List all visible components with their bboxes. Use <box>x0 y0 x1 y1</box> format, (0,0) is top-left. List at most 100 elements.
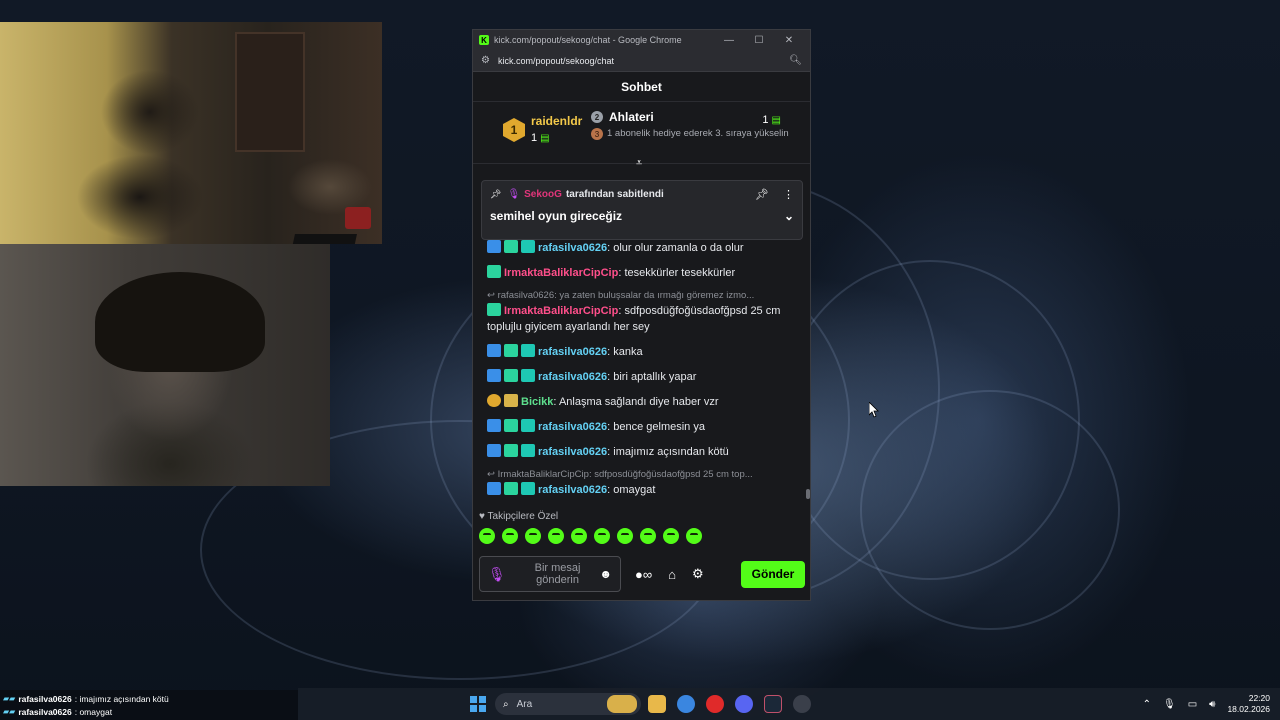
emote-icon[interactable] <box>594 528 610 544</box>
clock[interactable]: 22:20 18.02.2026 <box>1227 693 1270 715</box>
site-settings-icon[interactable]: ⚙ <box>481 55 490 66</box>
emote-icon[interactable] <box>663 528 679 544</box>
gifter-badge-icon[interactable] <box>504 240 518 253</box>
collapse-chevron-icon[interactable]: ⩡ <box>636 157 642 170</box>
chat-username[interactable]: rafasilva0626 <box>538 484 607 496</box>
chevron-down-icon[interactable]: ⌄ <box>784 209 794 223</box>
subscriber-badge-icon[interactable] <box>521 344 535 357</box>
chat-message[interactable]: rafasilva0626: biri aptallık yapar <box>487 369 795 385</box>
microphone-icon[interactable]: 🎙︎ <box>1163 699 1176 710</box>
moderator-badge-icon[interactable] <box>487 444 501 457</box>
taskbar-search[interactable]: ⌕ Ara <box>495 693 641 715</box>
address-bar[interactable]: ⚙ kick.com/popout/sekoog/chat 🔍︎ <box>473 50 810 72</box>
send-button[interactable]: Gönder <box>741 560 805 588</box>
close-button[interactable]: ✕ <box>774 35 804 46</box>
chat-message[interactable]: IrmaktaBaliklarCipCip: tesekkürler tesek… <box>487 265 795 281</box>
points-icon[interactable]: ●∞ <box>635 567 652 582</box>
reply-reference[interactable]: ↩ IrmaktaBaliklarCipCip: sdfposdüğfoğüsd… <box>487 469 795 480</box>
app-icon[interactable] <box>793 695 811 713</box>
chat-message[interactable]: rafasilva0626: omaygat <box>487 482 795 498</box>
music-app-icon[interactable] <box>706 695 724 713</box>
subscriber-badge-icon[interactable] <box>521 369 535 382</box>
more-options-icon[interactable]: ⋮ <box>783 188 794 201</box>
chat-message[interactable]: rafasilva0626: bence gelmesin ya <box>487 419 795 435</box>
emote-icon[interactable] <box>525 528 541 544</box>
overlay-chat-line: ▰▰ rafasilva0626 : imajımız açısından kö… <box>3 692 295 705</box>
chat-username[interactable]: rafasilva0626 <box>538 346 607 358</box>
emote-icon[interactable] <box>502 528 518 544</box>
moderator-badge-icon[interactable] <box>487 419 501 432</box>
store-icon[interactable]: ⌂ <box>668 567 676 582</box>
pinned-message[interactable]: 📌︎ 🎙︎ SekooG tarafından sabitlendi 📌︎ ⋮ … <box>481 180 803 240</box>
taskbar: ⌕ Ara ⌃ 🎙︎ ▭ 🔊︎ 22:20 18.02.2026 <box>298 688 1280 720</box>
gifter-badge-icon[interactable] <box>504 444 518 457</box>
chat-message-list[interactable]: rafasilva0626: olur olur zamanla o da ol… <box>473 240 809 500</box>
chat-username[interactable]: IrmaktaBaliklarCipCip <box>504 305 618 317</box>
leader-second[interactable]: 2 Ahlateri 1 ▤ 3 1 abonelik hediye ederek… <box>591 110 791 140</box>
moderator-badge-icon[interactable] <box>487 240 501 253</box>
gifter-badge-icon[interactable] <box>504 419 518 432</box>
clock-time: 22:20 <box>1248 693 1270 703</box>
leader-first[interactable]: 1 raidenldr 1 ▤ <box>503 114 582 146</box>
gifter-badge-icon[interactable] <box>504 369 518 382</box>
emote-icon[interactable] <box>571 528 587 544</box>
steam-icon[interactable] <box>764 695 782 713</box>
chat-message-text: omaygat <box>613 484 656 496</box>
reply-reference[interactable]: ↩ rafasilva0626: ya zaten buluşsalar da … <box>487 290 795 301</box>
chat-username[interactable]: IrmaktaBaliklarCipCip <box>504 267 618 279</box>
chrome-icon[interactable] <box>677 695 695 713</box>
emote-bar: ♥ Takipçilere Özel <box>479 511 702 544</box>
chat-username[interactable]: rafasilva0626 <box>538 371 607 383</box>
rank-badge-icon[interactable] <box>487 394 501 407</box>
chat-message[interactable]: rafasilva0626: olur olur zamanla o da ol… <box>487 240 795 256</box>
window-titlebar[interactable]: K kick.com/popout/sekoog/chat - Google C… <box>473 30 810 50</box>
bronze-medal-icon: 3 <box>591 128 603 140</box>
chat-message-text: bence gelmesin ya <box>613 421 705 433</box>
chat-message[interactable]: rafasilva0626: kanka <box>487 344 795 360</box>
volume-icon[interactable]: 🔊︎ <box>1209 699 1215 710</box>
chat-username[interactable]: rafasilva0626 <box>538 446 607 458</box>
moderator-badge-icon[interactable] <box>487 369 501 382</box>
discord-icon[interactable] <box>735 695 753 713</box>
emote-icon[interactable] <box>686 528 702 544</box>
url-text[interactable]: kick.com/popout/sekoog/chat <box>498 56 789 66</box>
message-input[interactable]: 🎙︎ Bir mesaj gönderin ☻ <box>479 556 621 592</box>
subscriber-badge-icon[interactable] <box>521 482 535 495</box>
gift-box-badge-icon[interactable] <box>504 394 518 407</box>
chat-scrollbar[interactable] <box>806 489 810 499</box>
mic-icon[interactable]: 🎙︎ <box>488 566 506 583</box>
gifter-badge-icon[interactable] <box>487 265 501 278</box>
emoji-icon[interactable]: ☻ <box>599 567 612 581</box>
chat-username[interactable]: rafasilva0626 <box>538 242 607 254</box>
chat-username[interactable]: Bicikk <box>521 396 553 408</box>
gifter-badge-icon[interactable] <box>487 303 501 316</box>
gifter-badge-icon[interactable] <box>504 344 518 357</box>
chat-message[interactable]: rafasilva0626: imajımız açısından kötü <box>487 444 795 460</box>
overlay-badges-icon: ▰▰ <box>3 707 16 716</box>
maximize-button[interactable]: ☐ <box>744 35 774 46</box>
pinned-by-user[interactable]: SekooG <box>524 189 562 200</box>
windows-start-icon[interactable] <box>470 696 486 712</box>
subscriber-badge-icon[interactable] <box>521 240 535 253</box>
chat-message[interactable]: IrmaktaBaliklarCipCip: sdfposdüğfoğüsdao… <box>487 303 795 335</box>
network-icon[interactable]: ▭ <box>1188 699 1197 710</box>
moderator-badge-icon[interactable] <box>487 344 501 357</box>
subscriber-badge-icon[interactable] <box>521 444 535 457</box>
chat-username[interactable]: rafasilva0626 <box>538 421 607 433</box>
settings-icon[interactable]: ⚙ <box>692 566 704 582</box>
unpin-icon[interactable]: 📌︎ <box>755 188 769 201</box>
emote-icon[interactable] <box>617 528 633 544</box>
chevron-up-icon[interactable]: ⌃ <box>1143 699 1151 710</box>
emote-icon[interactable] <box>640 528 656 544</box>
subscriber-badge-icon[interactable] <box>521 419 535 432</box>
overlay-chat-line: ▰▰ rafasilva0626 : omaygat <box>3 705 295 718</box>
gifter-badge-icon[interactable] <box>504 482 518 495</box>
emote-icon[interactable] <box>479 528 495 544</box>
zoom-icon[interactable]: 🔍︎ <box>789 55 802 66</box>
file-explorer-icon[interactable] <box>648 695 666 713</box>
moderator-badge-icon[interactable] <box>487 482 501 495</box>
emote-icon[interactable] <box>548 528 564 544</box>
message-input-placeholder[interactable]: Bir mesaj gönderin <box>516 562 600 586</box>
minimize-button[interactable]: — <box>714 35 744 46</box>
chat-message[interactable]: Bicikk: Anlaşma sağlandı diye haber vzr <box>487 394 795 410</box>
